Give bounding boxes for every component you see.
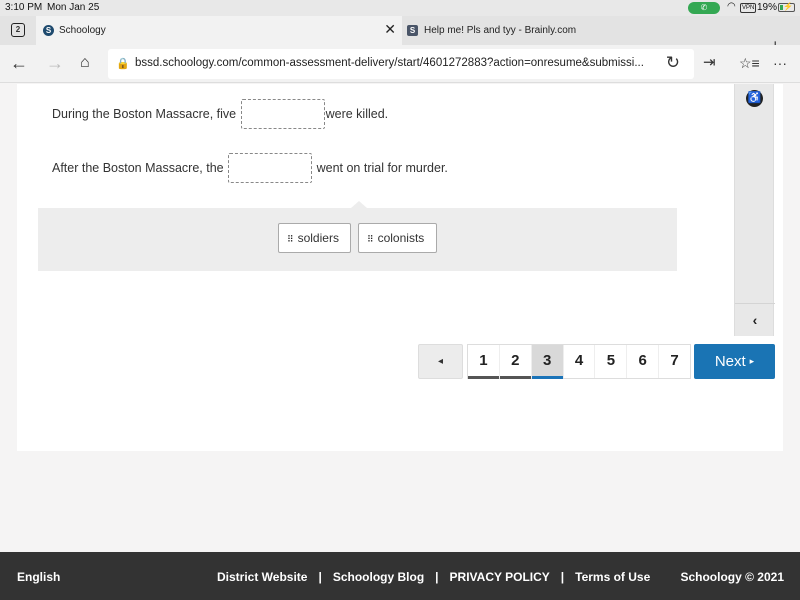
word-bank-pointer — [351, 201, 367, 208]
more-options-icon[interactable]: ··· — [773, 53, 787, 73]
home-icon[interactable]: ⌂ — [80, 53, 90, 73]
page-button-4[interactable]: 4 — [564, 345, 596, 378]
tab-title: Help me! Pls and tyy - Brainly.com — [424, 25, 577, 36]
status-date: Mon Jan 25 — [47, 2, 100, 13]
divider: | — [560, 570, 565, 584]
battery-icon: ⚡ — [778, 2, 795, 12]
language-selector[interactable]: English — [17, 570, 60, 584]
active-call-indicator[interactable]: ✆ — [688, 2, 720, 14]
collapse-sidebar-button[interactable]: ‹ — [735, 303, 775, 336]
word-bank: ⠿ soldiers ⠿ colonists — [38, 201, 677, 271]
drag-handle-icon: ⠿ — [287, 234, 294, 244]
site-lock-icon[interactable]: 🔒 — [116, 57, 130, 70]
drop-zone-2[interactable] — [228, 153, 313, 183]
divider: | — [435, 570, 439, 584]
word-chip-soldiers[interactable]: ⠿ soldiers — [278, 223, 351, 253]
tab-count-button[interactable]: 2 — [11, 23, 25, 37]
tab-schoology[interactable]: S Schoology ✕ — [36, 16, 402, 45]
next-label: Next — [714, 353, 746, 370]
footer-links: District Website | Schoology Blog | PRIVACY … — [217, 570, 650, 584]
tab-title: Schoology — [59, 25, 106, 36]
battery-percent: 19% — [757, 2, 778, 13]
assessment-page: During the Boston Massacre, five were ki… — [17, 84, 783, 451]
vpn-badge: VPN — [740, 3, 757, 13]
divider: | — [318, 570, 322, 584]
reload-icon[interactable]: ↻ — [666, 53, 680, 73]
wifi-icon: ◠ — [727, 1, 736, 12]
browser-nav-bar: ← → ⌂ 🔒 bssd.schoology.com/common-assess… — [0, 45, 800, 83]
forward-arrow-icon[interactable]: → — [46, 53, 64, 73]
privacy-policy-link[interactable]: PRIVACY POLICY — [450, 570, 550, 584]
url-text[interactable]: bssd.schoology.com/common-assessment-del… — [135, 57, 644, 69]
page-button-1[interactable]: 1 — [468, 345, 500, 379]
word-chip-colonists[interactable]: ⠿ colonists — [358, 223, 437, 253]
brainly-favicon-icon: S — [407, 25, 418, 36]
address-bar[interactable]: 🔒 bssd.schoology.com/common-assessment-d… — [108, 49, 694, 79]
open-in-app-icon[interactable]: ⇥ — [703, 53, 716, 73]
question-sentence-2: After the Boston Massacre, the went on t… — [52, 153, 448, 183]
status-time: 3:10 PM — [5, 2, 43, 13]
accessibility-icon[interactable]: ♿ — [746, 90, 763, 107]
page-button-6[interactable]: 6 — [627, 345, 660, 378]
site-footer: English District Website | Schoology Blog |… — [0, 552, 800, 600]
favorites-star-icon[interactable]: ☆≡ — [739, 53, 760, 73]
device-status-bar: 3:10 PM Mon Jan 25 ✆ ◠ VPN 19% ⚡ — [0, 0, 800, 16]
page-button-7[interactable]: 7 — [659, 345, 690, 378]
phone-icon: ✆ — [700, 3, 708, 12]
tab-brainly[interactable]: S Help me! Pls and tyy - Brainly.com — [402, 16, 764, 45]
previous-question-button[interactable]: ◂ — [418, 344, 463, 379]
page-button-3[interactable]: 3 — [531, 345, 564, 379]
page-button-2[interactable]: 2 — [499, 345, 532, 379]
close-tab-icon[interactable]: ✕ — [384, 21, 396, 38]
chip-label: soldiers — [297, 231, 339, 245]
back-arrow-icon[interactable]: ← — [10, 53, 28, 73]
next-button[interactable]: Next ▸ — [694, 344, 775, 379]
sentence-before: After the Boston Massacre, the — [52, 161, 224, 175]
question-pagination: 1 2 3 4 5 6 7 — [467, 344, 691, 379]
district-website-link[interactable]: District Website — [217, 570, 307, 584]
chip-label: colonists — [377, 231, 425, 245]
schoology-favicon-icon: S — [43, 25, 54, 36]
sentence-before: During the Boston Massacre, five — [52, 107, 237, 121]
next-arrow-icon: ▸ — [749, 356, 755, 366]
drop-zone-1[interactable] — [240, 99, 325, 129]
tools-sidebar: ♿ ‹ — [734, 84, 775, 336]
copyright-text: Schoology © 2021 — [680, 570, 784, 584]
schoology-blog-link[interactable]: Schoology Blog — [333, 570, 424, 584]
terms-of-use-link[interactable]: Terms of Use — [575, 570, 650, 584]
drag-handle-icon: ⠿ — [367, 234, 374, 244]
question-sentence-1: During the Boston Massacre, five were ki… — [52, 99, 388, 129]
page-button-5[interactable]: 5 — [595, 345, 628, 378]
sentence-after: were killed. — [325, 107, 389, 121]
sentence-after: went on trial for murder. — [316, 161, 448, 175]
browser-tab-bar: 2 S Schoology ✕ S Help me! Pls and tyy -… — [0, 16, 800, 56]
